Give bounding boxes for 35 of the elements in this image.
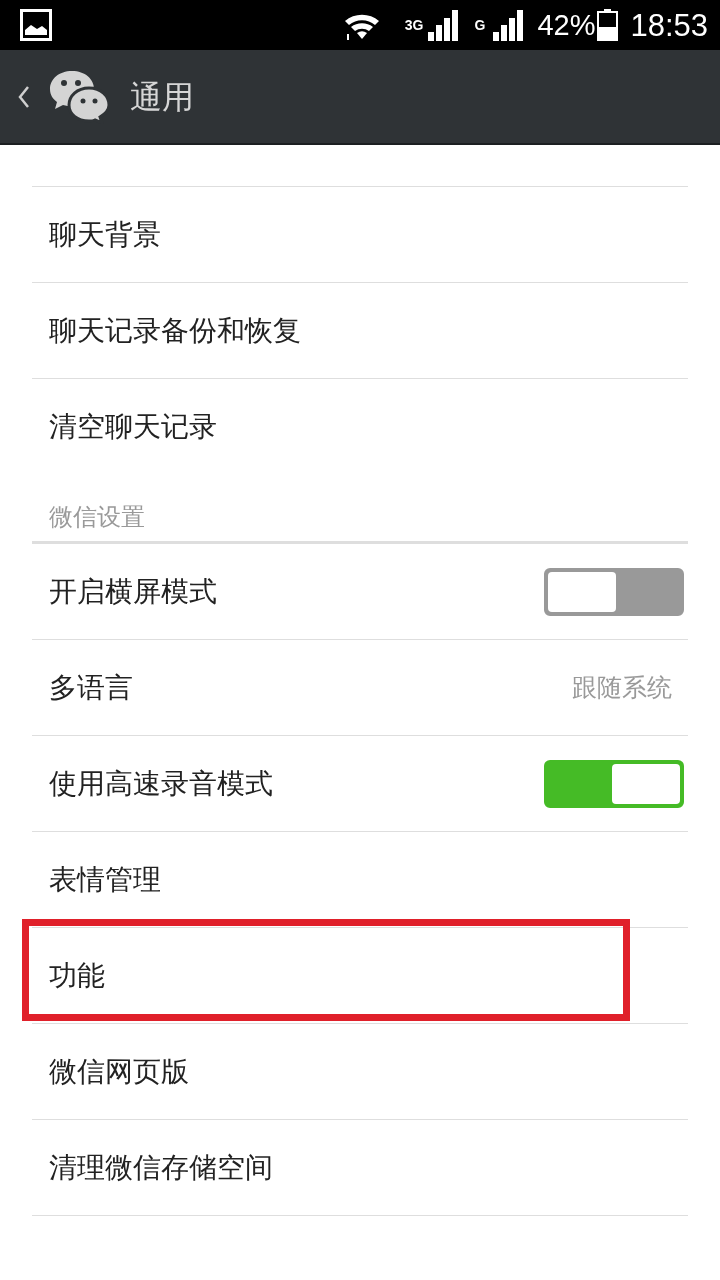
screen-title: 通用 [130,76,194,118]
settings-row[interactable]: 清空聊天记录 [32,379,688,475]
toggle-switch[interactable] [544,567,684,616]
signal-icon [428,9,459,41]
battery-icon [597,9,619,41]
settings-row[interactable]: 聊天背景 [32,187,688,283]
settings-row[interactable]: 微信网页版 [32,1024,688,1120]
row-label: 表情管理 [49,861,161,898]
settings-row[interactable]: 使用高速录音模式 [32,736,688,832]
row-label: 聊天记录备份和恢复 [49,312,301,349]
clock-time: 18:53 [630,9,708,41]
section-title: 微信设置 [49,502,145,533]
settings-row[interactable]: 功能 [32,928,688,1024]
image-notification-icon [20,9,52,41]
toggle-switch[interactable] [544,759,684,808]
row-label: 功能 [49,957,105,994]
back-button[interactable] [18,85,30,108]
row-label: 清理微信存储空间 [49,1149,273,1186]
signal-icon [493,9,524,41]
battery-percent: 42% [537,10,596,40]
settings-row[interactable]: 多语言 跟随系统 [32,640,688,736]
row-label: 清空聊天记录 [49,409,217,445]
row-label: 使用高速录音模式 [49,765,273,802]
row-value: 跟随系统 [572,671,672,704]
row-label: 多语言 [49,669,133,706]
row-label: 聊天背景 [49,216,161,253]
back-chevron-icon [18,85,30,108]
row-label: 开启横屏模式 [49,573,217,610]
settings-row[interactable]: 表情管理 [32,832,688,928]
row-label: 微信网页版 [49,1053,189,1090]
settings-row[interactable]: 聊天记录备份和恢复 [32,283,688,379]
network-type-label: 3G [404,18,424,32]
settings-row[interactable]: 清理微信存储空间 [32,1120,688,1216]
settings-row[interactable]: 开启横屏模式 [32,544,688,640]
network-type-label: G [474,18,486,32]
